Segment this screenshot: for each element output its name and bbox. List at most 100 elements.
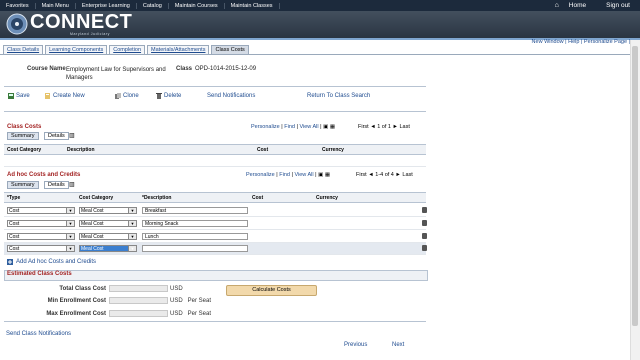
next-arrow-icon[interactable]: ►: [393, 124, 398, 130]
return-to-class-search-link[interactable]: Return To Class Search: [307, 93, 370, 99]
view-all-link[interactable]: View All: [299, 124, 318, 130]
type-select[interactable]: Cost ▼: [7, 233, 75, 240]
chevron-down-icon[interactable]: ▼: [128, 221, 136, 226]
chevron-down-icon[interactable]: ▼: [66, 246, 74, 251]
previous-link[interactable]: Previous: [344, 342, 367, 348]
trash-icon[interactable]: [422, 233, 427, 239]
col-cost: Cost: [257, 147, 269, 153]
description-input[interactable]: Breakfast: [142, 207, 248, 214]
find-link[interactable]: Find: [284, 124, 295, 130]
chevron-down-icon[interactable]: ▼: [66, 208, 74, 213]
create-new-icon: [45, 93, 50, 99]
col-cost-category: Cost Category: [7, 147, 42, 153]
calculate-costs-button[interactable]: Calculate Costs: [226, 285, 317, 296]
chevron-down-icon[interactable]: ▼: [66, 221, 74, 226]
clone-icon: [115, 93, 121, 99]
page-utility-links[interactable]: New Window | Help | Personalize Page |: [532, 39, 630, 45]
adhoc-header: *Type Cost Category *Description Cost Cu…: [4, 192, 426, 203]
vertical-scrollbar[interactable]: [630, 40, 640, 360]
view-all-link[interactable]: View All: [294, 172, 313, 178]
category-select[interactable]: Meal Cost ▼: [79, 220, 137, 227]
save-button[interactable]: Save: [8, 93, 30, 99]
tab-class-details[interactable]: Class Details: [3, 45, 44, 54]
breadcrumb-maintain-classes[interactable]: Maintain Classes: [225, 2, 280, 9]
tab-materials-attachments[interactable]: Materials/Attachments: [147, 45, 210, 54]
send-notifications-link[interactable]: Send Notifications: [207, 93, 255, 99]
class-costs-title: Class Costs: [7, 124, 42, 130]
prev-arrow-icon[interactable]: ◄: [370, 124, 375, 130]
type-select[interactable]: Cost ▼: [7, 220, 75, 227]
col-cost: Cost: [252, 195, 264, 201]
send-class-notifications-link[interactable]: Send Class Notifications: [6, 331, 71, 337]
add-icon: [7, 259, 13, 265]
create-new-button[interactable]: Create New: [45, 93, 85, 99]
show-all-columns-icon[interactable]: ▥: [69, 132, 75, 139]
col-description: Description: [67, 147, 95, 153]
personalize-link[interactable]: Personalize: [251, 124, 280, 130]
min-enrollment-cost-label: Min Enrollment Cost: [47, 298, 106, 304]
menu-main-menu[interactable]: Main Menu: [36, 2, 76, 9]
breadcrumb-catalog[interactable]: Catalog: [137, 2, 169, 9]
clone-button[interactable]: Clone: [115, 93, 139, 99]
tab-class-costs[interactable]: Class Costs: [211, 45, 249, 54]
zoom-grid-icon[interactable]: ▣: [323, 124, 328, 130]
scrollbar-thumb[interactable]: [632, 46, 638, 326]
col-currency: Currency: [316, 195, 338, 201]
trash-icon[interactable]: [422, 245, 427, 251]
min-enrollment-cost-field: [109, 297, 168, 304]
tab-details[interactable]: Details: [44, 181, 69, 189]
tab-details[interactable]: Details: [44, 132, 69, 140]
download-grid-icon[interactable]: ▦: [330, 124, 335, 130]
top-menu-bar: Favorites Main Menu Enterprise Learning …: [0, 0, 640, 11]
total-class-cost-field: [109, 285, 168, 292]
type-select[interactable]: Cost ▼: [7, 245, 75, 252]
chevron-down-icon[interactable]: ▼: [128, 234, 136, 239]
breadcrumb-maintain-courses[interactable]: Maintain Courses: [169, 2, 225, 9]
toolbar-bottom-divider: [4, 111, 426, 112]
category-select[interactable]: Meal Cost ▼: [79, 245, 137, 252]
table-row: Cost ▼ Meal Cost ▼ Morning Snack: [4, 218, 427, 230]
class-costs-grid-nav: Personalize | Find | View All | ▣ ▦: [251, 124, 336, 130]
chevron-down-icon[interactable]: ▼: [66, 234, 74, 239]
chevron-down-icon[interactable]: ▼: [128, 208, 136, 213]
home-link[interactable]: Home: [559, 2, 596, 9]
find-link[interactable]: Find: [279, 172, 290, 178]
class-label: Class: [176, 66, 193, 72]
course-name-label: Course Name: [27, 66, 66, 72]
tab-summary[interactable]: Summary: [7, 181, 39, 189]
class-costs-header: Cost Category Description Cost Currency: [4, 144, 426, 155]
breadcrumb-enterprise-learning[interactable]: Enterprise Learning: [76, 2, 137, 9]
zoom-grid-icon[interactable]: ▣: [318, 172, 323, 178]
delete-button[interactable]: Delete: [156, 93, 181, 99]
description-input[interactable]: Lunch: [142, 233, 248, 240]
next-link[interactable]: Next: [392, 342, 404, 348]
prev-arrow-icon[interactable]: ◄: [368, 172, 373, 178]
toolbar-divider: [4, 86, 426, 87]
trash-icon: [156, 93, 162, 99]
table-row: Cost ▼ Meal Cost ▼ Breakfast: [4, 205, 427, 217]
col-cost-category: Cost Category: [79, 195, 114, 201]
type-select[interactable]: Cost ▼: [7, 207, 75, 214]
sign-out-link[interactable]: Sign out: [596, 2, 640, 9]
category-select[interactable]: Meal Cost ▼: [79, 233, 137, 240]
trash-icon[interactable]: [422, 220, 427, 226]
show-all-columns-icon[interactable]: ▥: [69, 181, 75, 188]
add-adhoc-costs-link[interactable]: Add Ad hoc Costs and Credits: [7, 259, 96, 265]
category-select[interactable]: Meal Cost ▼: [79, 207, 137, 214]
table-row: Cost ▼ Meal Cost ▼: [4, 243, 427, 255]
max-enrollment-cost-field: [109, 310, 168, 317]
tab-learning-components[interactable]: Learning Components: [45, 45, 108, 54]
description-input[interactable]: Morning Snack: [142, 220, 248, 227]
bottom-divider: [4, 321, 426, 322]
next-arrow-icon[interactable]: ►: [395, 172, 400, 178]
menu-favorites[interactable]: Favorites: [0, 2, 36, 9]
save-icon: [8, 93, 14, 99]
description-input[interactable]: [142, 245, 248, 252]
download-grid-icon[interactable]: ▦: [325, 172, 330, 178]
tab-summary[interactable]: Summary: [7, 132, 39, 140]
class-value: OPD-1014-2015-12-09: [195, 66, 257, 72]
tab-completion[interactable]: Completion: [109, 45, 146, 54]
trash-icon[interactable]: [422, 207, 427, 213]
personalize-link[interactable]: Personalize: [246, 172, 275, 178]
chevron-down-icon[interactable]: ▼: [128, 246, 136, 251]
